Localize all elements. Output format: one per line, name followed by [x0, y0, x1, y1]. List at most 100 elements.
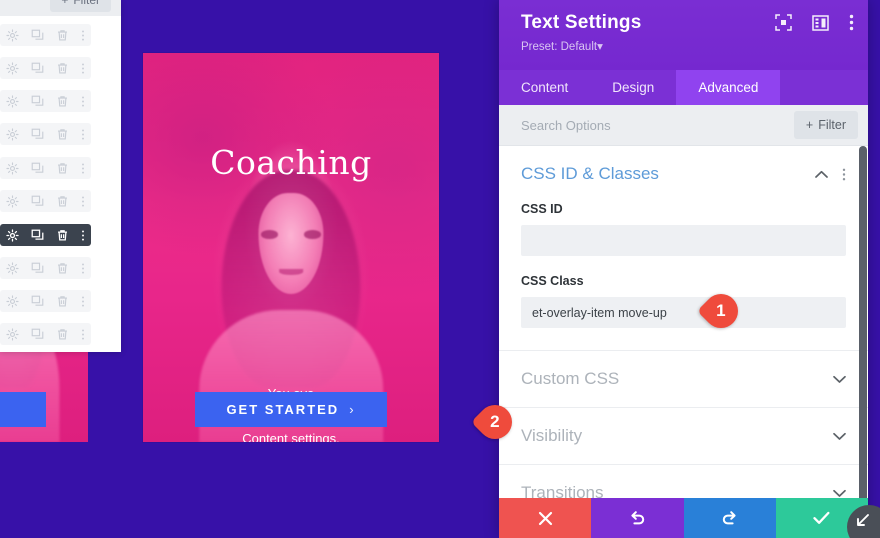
duplicate-icon[interactable]: [31, 95, 44, 108]
more-options-icon[interactable]: [81, 295, 85, 308]
module-row[interactable]: [0, 90, 91, 112]
search-input[interactable]: [521, 117, 794, 133]
settings-gear-icon[interactable]: [6, 261, 19, 275]
duplicate-icon[interactable]: [31, 328, 44, 341]
more-options-icon[interactable]: [81, 162, 85, 175]
more-options-icon[interactable]: [81, 195, 85, 208]
cta-button-left[interactable]: [0, 392, 46, 427]
section-header-custom-css[interactable]: Custom CSS: [521, 351, 846, 407]
settings-gear-icon[interactable]: [6, 228, 19, 242]
field-label-css-class: CSS Class: [521, 274, 584, 288]
more-options-icon[interactable]: [81, 328, 85, 341]
focus-target-icon[interactable]: [775, 14, 792, 31]
resize-diagonal-icon: [857, 514, 869, 526]
settings-gear-icon[interactable]: [6, 61, 19, 75]
chevron-down-icon[interactable]: [833, 432, 846, 441]
settings-gear-icon[interactable]: [6, 28, 19, 42]
module-row[interactable]: [0, 257, 91, 279]
undo-button[interactable]: [591, 498, 684, 538]
duplicate-icon[interactable]: [31, 29, 44, 42]
settings-gear-icon[interactable]: [6, 294, 19, 308]
module-list-filter-button[interactable]: + Filter: [50, 0, 111, 12]
section-header-transitions[interactable]: Transitions: [521, 465, 846, 498]
tab-advanced[interactable]: Advanced: [676, 70, 781, 105]
tab-content[interactable]: Content: [499, 70, 590, 105]
duplicate-icon[interactable]: [31, 229, 44, 242]
cancel-button[interactable]: [499, 498, 592, 538]
more-options-icon[interactable]: [81, 29, 85, 42]
settings-gear-icon[interactable]: [6, 127, 19, 141]
trash-icon[interactable]: [56, 29, 69, 42]
more-vertical-icon[interactable]: [849, 14, 854, 31]
chevron-down-icon[interactable]: [833, 489, 846, 498]
module-row[interactable]: [0, 24, 91, 46]
trash-icon[interactable]: [56, 195, 69, 208]
preset-selector[interactable]: Preset: Default▾: [521, 39, 850, 53]
module-row[interactable]: [0, 190, 91, 212]
panel-header-actions: [775, 14, 854, 31]
duplicate-icon[interactable]: [31, 262, 44, 275]
section-more-options-icon[interactable]: [842, 167, 846, 182]
module-row[interactable]: [0, 157, 91, 179]
duplicate-icon[interactable]: [31, 62, 44, 75]
builder-card-main[interactable]: Coaching You ove Content settings. GET S…: [143, 53, 439, 442]
settings-gear-icon[interactable]: [6, 194, 19, 208]
panel-tabs: Content Design Advanced: [499, 70, 868, 105]
duplicate-icon[interactable]: [31, 195, 44, 208]
module-list-panel: + Filter: [0, 0, 121, 352]
module-row[interactable]: [0, 123, 91, 145]
trash-icon[interactable]: [56, 295, 69, 308]
callout-marker-2-label: 2: [490, 412, 500, 431]
settings-gear-icon[interactable]: [6, 327, 19, 341]
trash-icon[interactable]: [56, 95, 69, 108]
trash-icon[interactable]: [56, 128, 69, 141]
trash-icon[interactable]: [56, 229, 69, 242]
card-body-line-2: Content settings.: [242, 431, 340, 442]
trash-icon[interactable]: [56, 162, 69, 175]
preset-label: Preset: Default: [521, 41, 598, 53]
more-options-icon[interactable]: [81, 62, 85, 75]
photo-figure-eye-left: [261, 229, 278, 239]
chevron-up-icon[interactable]: [815, 170, 828, 179]
duplicate-icon[interactable]: [31, 162, 44, 175]
trash-icon[interactable]: [56, 62, 69, 75]
module-row[interactable]: [0, 290, 91, 312]
section-header-css-id-and-classes[interactable]: CSS ID & Classes: [521, 146, 846, 202]
settings-gear-icon[interactable]: [6, 94, 19, 108]
panel-scrollbar[interactable]: [859, 146, 867, 498]
input-css-id[interactable]: [521, 225, 846, 256]
module-row[interactable]: [0, 323, 91, 345]
section-title-visibility: Visibility: [521, 426, 583, 445]
duplicate-icon[interactable]: [31, 295, 44, 308]
redo-button[interactable]: [683, 498, 776, 538]
module-list-filter-row: + Filter: [0, 0, 121, 16]
more-options-icon[interactable]: [81, 229, 85, 242]
panel-body: CSS ID & Classes CSS ID CSS Class Custom CS…: [499, 146, 868, 498]
filter-button[interactable]: + Filter: [793, 111, 858, 139]
section-transitions: Transitions: [499, 465, 868, 498]
tab-bar-spacer: [780, 70, 868, 105]
trash-icon[interactable]: [56, 262, 69, 275]
chevron-down-icon[interactable]: [833, 375, 846, 384]
module-row-active[interactable]: [0, 224, 91, 246]
field-label-css-id: CSS ID: [521, 202, 563, 216]
cta-get-started-button[interactable]: GET STARTED ›: [195, 392, 387, 427]
checkmark-icon: [813, 511, 830, 525]
more-options-icon[interactable]: [81, 262, 85, 275]
plus-icon: +: [805, 118, 814, 132]
close-x-icon: [538, 511, 553, 526]
redo-arrow-icon: [721, 510, 738, 526]
section-actions: [833, 432, 846, 441]
settings-gear-icon[interactable]: [6, 161, 19, 175]
more-options-icon[interactable]: [81, 128, 85, 141]
tab-design[interactable]: Design: [590, 70, 676, 105]
module-row[interactable]: [0, 57, 91, 79]
panel-layout-icon[interactable]: [812, 14, 829, 31]
trash-icon[interactable]: [56, 328, 69, 341]
duplicate-icon[interactable]: [31, 128, 44, 141]
section-header-visibility[interactable]: Visibility: [521, 408, 846, 464]
more-options-icon[interactable]: [81, 95, 85, 108]
input-css-class[interactable]: [521, 297, 846, 328]
search-options-bar: + Filter: [499, 105, 868, 146]
photo-figure-eye-right: [304, 229, 321, 239]
